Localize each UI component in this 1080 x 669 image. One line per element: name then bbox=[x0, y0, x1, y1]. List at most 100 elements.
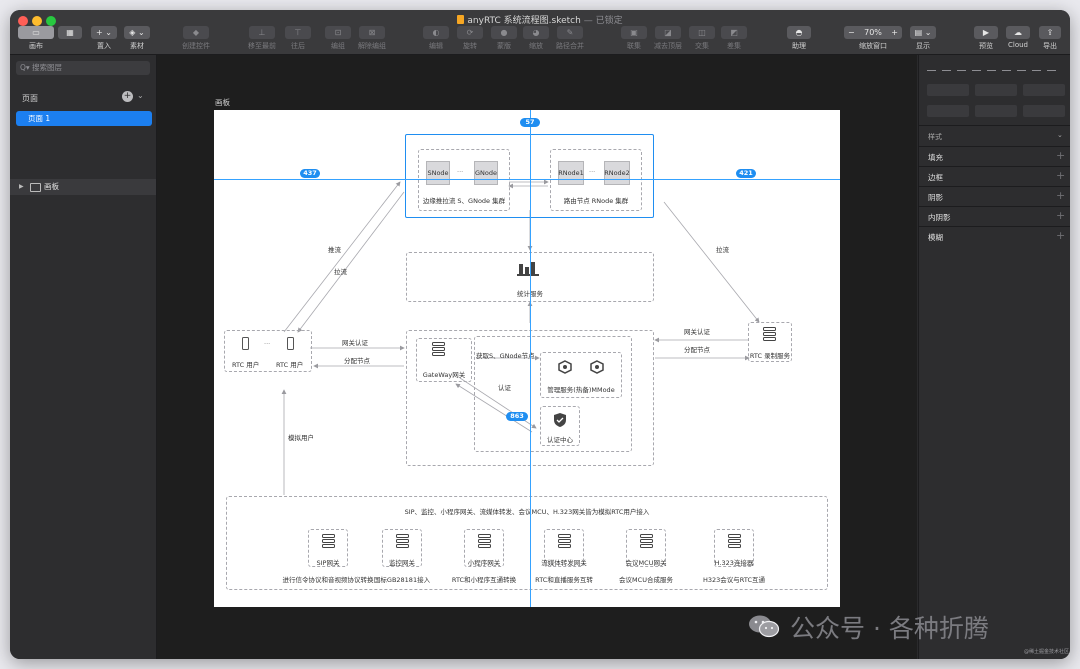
flatten-button[interactable]: ✎ 路径合并 bbox=[550, 26, 590, 52]
monitor-gateway-desc: 国标GB28181接入 bbox=[373, 576, 431, 584]
send-backward-button[interactable]: ⊤ 往后 bbox=[282, 26, 314, 52]
server-icon bbox=[728, 534, 741, 550]
preview-button[interactable]: ▶ 预览 bbox=[972, 26, 1000, 52]
gnode-box[interactable]: GNode bbox=[474, 161, 498, 185]
grid-view-button[interactable]: ▦ bbox=[56, 26, 84, 52]
rotate-button[interactable]: ⟳ 旋转 bbox=[454, 26, 486, 52]
align-icon[interactable] bbox=[972, 63, 981, 71]
mask-button[interactable]: ● 蒙版 bbox=[488, 26, 520, 52]
add-shadow-icon[interactable]: + bbox=[1056, 189, 1065, 202]
fill-section[interactable]: 填充 + bbox=[919, 146, 1070, 167]
server-icon bbox=[396, 534, 409, 550]
border-label: 边框 bbox=[928, 173, 943, 182]
cloud-button[interactable]: ☁ Cloud bbox=[1003, 26, 1033, 52]
window-filename: anyRTC 系统流程图.sketch bbox=[467, 16, 581, 26]
mcu-gateway-desc: 会议MCU合成服务 bbox=[619, 576, 673, 584]
rtc-user-label: RTC 用户 bbox=[232, 361, 260, 369]
canvas[interactable]: 画板 SNode ··· GNode 边缘推拉流 S、GNode 集群 RNod… bbox=[157, 55, 917, 659]
align-icon[interactable] bbox=[927, 63, 936, 71]
intersect-button[interactable]: ◫ 交集 bbox=[686, 26, 718, 52]
artboard-icon bbox=[30, 183, 41, 192]
align-icon[interactable] bbox=[987, 63, 996, 71]
scale-button[interactable]: ◕ 缩放 bbox=[520, 26, 552, 52]
cloud-icon: ☁ bbox=[1006, 26, 1030, 39]
ungroup-icon: ⊠ bbox=[359, 26, 385, 39]
position-y-field[interactable] bbox=[975, 84, 1017, 96]
ungroup-button[interactable]: ⊠ 解除编组 bbox=[352, 26, 392, 52]
gateway-auth-label: 网关认证 bbox=[342, 339, 368, 347]
play-icon: ▶ bbox=[974, 26, 998, 39]
h323-gateway-desc: H323会议与RTC互通 bbox=[703, 576, 765, 584]
align-icon[interactable] bbox=[1002, 63, 1011, 71]
add-page-icon[interactable]: + bbox=[122, 91, 133, 102]
bring-to-front-button[interactable]: ⊥ 移至最前 bbox=[242, 26, 282, 52]
assistant-button[interactable]: ◓ 助理 bbox=[782, 26, 816, 52]
auth-label: 认证 bbox=[498, 384, 511, 392]
align-icon[interactable] bbox=[942, 63, 951, 71]
add-fill-icon[interactable]: + bbox=[1056, 149, 1065, 162]
watermark-text: 公众号 · 各种折腾 bbox=[790, 614, 989, 643]
inner-shadow-section[interactable]: 内阴影 + bbox=[919, 206, 1070, 227]
zoom-out-button[interactable]: − bbox=[848, 28, 855, 37]
export-button[interactable]: ⇪ 导出 bbox=[1036, 26, 1064, 52]
width-field[interactable] bbox=[927, 105, 969, 117]
display-button[interactable]: ▤ ⌄ 显示 bbox=[908, 26, 938, 52]
add-border-icon[interactable]: + bbox=[1056, 169, 1065, 182]
ungroup-label: 解除编组 bbox=[358, 42, 386, 50]
shadow-section[interactable]: 阴影 + bbox=[919, 186, 1070, 207]
disclosure-triangle-icon[interactable]: ▶ bbox=[19, 179, 24, 195]
rnode1-box[interactable]: RNode1 bbox=[558, 161, 584, 185]
display-icon: ▤ ⌄ bbox=[910, 26, 936, 39]
bring-to-front-label: 移至最前 bbox=[248, 42, 276, 50]
align-icon[interactable] bbox=[1032, 63, 1041, 71]
app-window: anyRTC 系统流程图.sketch — 已锁定 ▭ 画布 ▦ + ⌄ 置入 … bbox=[10, 10, 1070, 659]
zoom-in-button[interactable]: + bbox=[891, 28, 898, 37]
snode-box[interactable]: SNode bbox=[426, 161, 450, 185]
group-button[interactable]: ⊡ 编组 bbox=[322, 26, 354, 52]
subtract-button[interactable]: ◪ 减去顶层 bbox=[648, 26, 688, 52]
border-section[interactable]: 边框 + bbox=[919, 166, 1070, 187]
union-icon: ▣ bbox=[621, 26, 647, 39]
artboard-title[interactable]: 画板 bbox=[215, 97, 230, 108]
phone-icon bbox=[242, 337, 249, 350]
chevron-down-icon[interactable]: ⌄ bbox=[1057, 131, 1063, 139]
assets-button[interactable]: ◈ ⌄ 素材 bbox=[120, 26, 154, 52]
canvas-view-button[interactable]: ▭ 画布 bbox=[16, 26, 56, 52]
edit-label: 编辑 bbox=[429, 42, 443, 50]
export-label: 导出 bbox=[1043, 42, 1057, 50]
difference-button[interactable]: ◩ 差集 bbox=[718, 26, 750, 52]
chevron-down-icon[interactable]: ⌄ bbox=[137, 91, 144, 100]
add-inner-shadow-icon[interactable]: + bbox=[1056, 209, 1065, 222]
insert-button[interactable]: + ⌄ 置入 bbox=[88, 26, 120, 52]
union-button[interactable]: ▣ 联集 bbox=[618, 26, 650, 52]
management-service-label: 管理服务(热备)MMode bbox=[547, 386, 615, 394]
rotate-label: 旋转 bbox=[463, 42, 477, 50]
server-icon bbox=[478, 534, 491, 550]
rotation-field[interactable] bbox=[1023, 84, 1065, 96]
position-x-field[interactable] bbox=[927, 84, 969, 96]
align-icon[interactable] bbox=[957, 63, 966, 71]
align-icon[interactable] bbox=[1047, 63, 1056, 71]
layer-search-input[interactable]: Q▾ 搜索图层 bbox=[16, 61, 150, 75]
edit-button[interactable]: ◐ 编辑 bbox=[420, 26, 452, 52]
inspector-divider bbox=[919, 125, 1070, 126]
blur-section[interactable]: 模糊 + bbox=[919, 226, 1070, 247]
height-field[interactable] bbox=[975, 105, 1017, 117]
sketch-file-icon bbox=[457, 15, 465, 24]
send-backward-label: 往后 bbox=[291, 42, 305, 50]
layer-item-artboard[interactable]: ▶ 画板 bbox=[10, 179, 156, 195]
measure-badge-bottom: 863 bbox=[506, 412, 528, 421]
rtc-user-label-2: RTC 用户 bbox=[276, 361, 304, 369]
create-symbol-button[interactable]: ◆ 创建控件 bbox=[176, 26, 216, 52]
h323-gateway-name: H.323连接器 bbox=[714, 559, 754, 567]
zoom-stepper: − 70% + bbox=[844, 26, 902, 39]
artboard[interactable]: SNode ··· GNode 边缘推拉流 S、GNode 集群 RNode1 … bbox=[214, 110, 840, 607]
add-blur-icon[interactable]: + bbox=[1056, 229, 1065, 242]
snode-ellipsis: ··· bbox=[457, 168, 464, 176]
alignment-toolbar bbox=[927, 63, 1056, 73]
rnode2-box[interactable]: RNode2 bbox=[604, 161, 630, 185]
flip-controls[interactable] bbox=[1023, 105, 1065, 117]
page-item-1[interactable]: 页面 1 bbox=[16, 111, 152, 126]
measure-badge-left: 437 bbox=[300, 169, 320, 178]
align-icon[interactable] bbox=[1017, 63, 1026, 71]
